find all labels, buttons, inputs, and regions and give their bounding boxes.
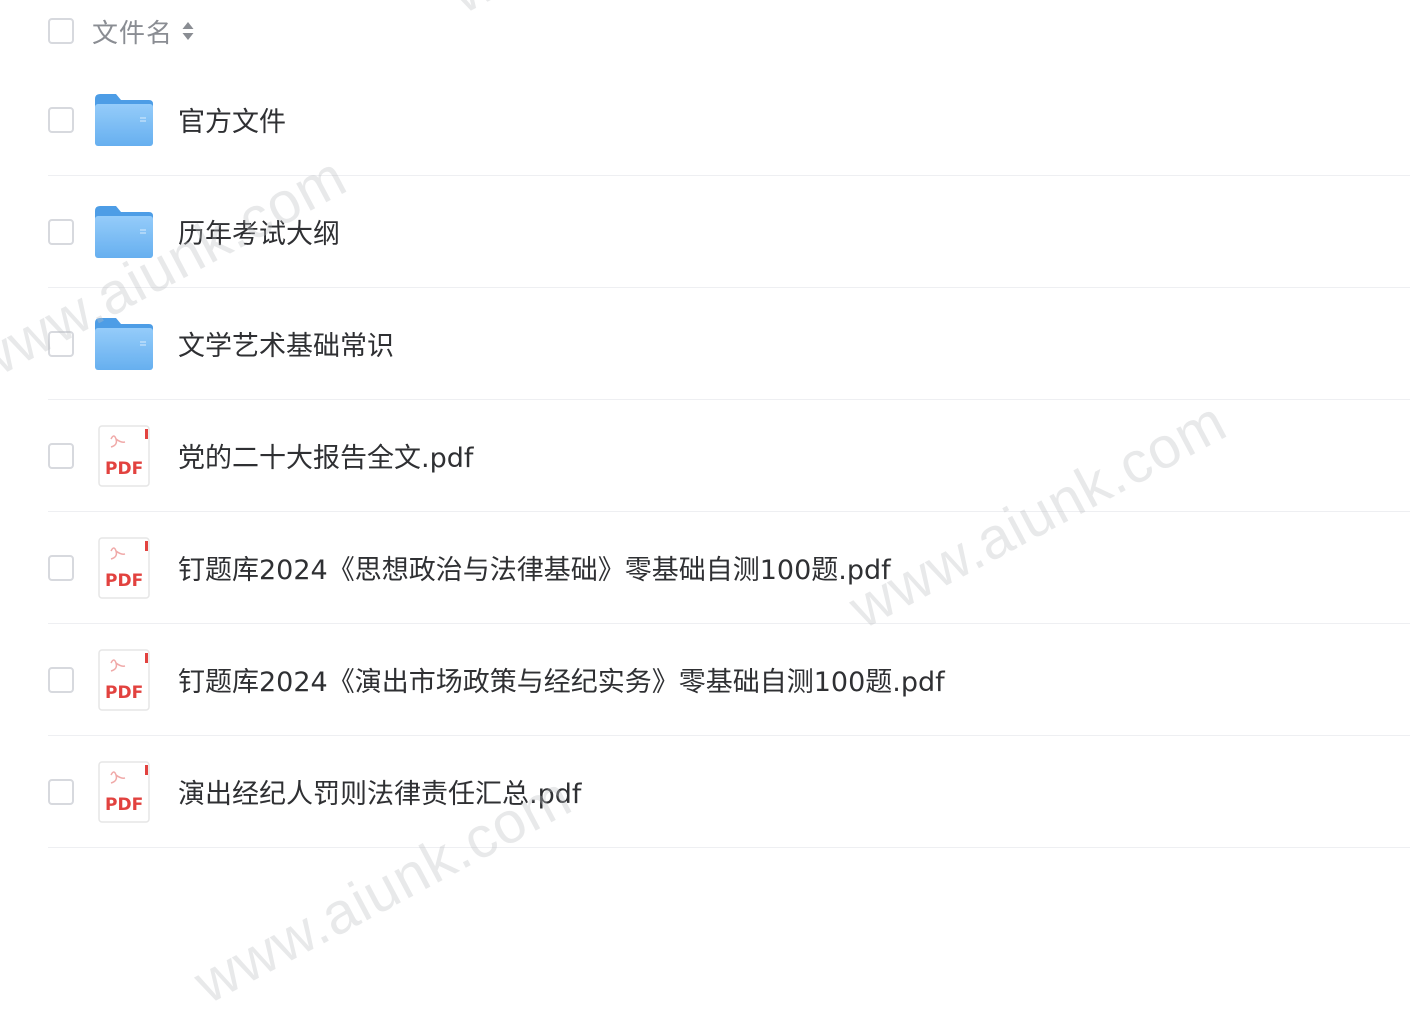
row-checkbox[interactable] [48, 218, 74, 245]
file-list: 文件名 官方文件 历年考试大纲 文学艺术基础常识 PDF 党的二十大报告全文.p… [48, 0, 1410, 848]
file-row[interactable]: 官方文件 [48, 64, 1410, 176]
file-name[interactable]: 钉题库2024《思想政治与法律基础》零基础自测100题.pdf [178, 548, 891, 587]
file-name[interactable]: 演出经纪人罚则法律责任汇总.pdf [178, 772, 581, 811]
row-checkbox[interactable] [48, 330, 74, 357]
folder-icon[interactable] [94, 316, 154, 372]
select-all-checkbox[interactable] [48, 18, 74, 44]
list-header: 文件名 [48, 0, 1410, 62]
file-row[interactable]: 历年考试大纲 [48, 176, 1410, 288]
pdf-icon[interactable]: PDF [94, 536, 154, 599]
file-name[interactable]: 文学艺术基础常识 [178, 324, 394, 363]
file-name[interactable]: 钉题库2024《演出市场政策与经纪实务》零基础自测100题.pdf [178, 660, 945, 699]
file-row[interactable]: 文学艺术基础常识 [48, 288, 1410, 400]
row-checkbox[interactable] [48, 554, 74, 581]
pdf-icon[interactable]: PDF [94, 424, 154, 487]
pdf-icon[interactable]: PDF [94, 760, 154, 823]
sort-updown-icon[interactable] [181, 20, 195, 42]
svg-text:PDF: PDF [105, 795, 143, 815]
file-row[interactable]: PDF 党的二十大报告全文.pdf [48, 400, 1410, 512]
svg-text:PDF: PDF [105, 571, 143, 591]
row-checkbox[interactable] [48, 778, 74, 805]
file-rows: 官方文件 历年考试大纲 文学艺术基础常识 PDF 党的二十大报告全文.pdf P… [48, 64, 1410, 848]
file-row[interactable]: PDF 钉题库2024《思想政治与法律基础》零基础自测100题.pdf [48, 512, 1410, 624]
file-name[interactable]: 历年考试大纲 [178, 212, 340, 251]
file-name[interactable]: 官方文件 [178, 100, 286, 139]
column-header-filename[interactable]: 文件名 [92, 13, 173, 50]
folder-icon[interactable] [94, 204, 154, 260]
svg-text:PDF: PDF [105, 459, 143, 479]
file-name[interactable]: 党的二十大报告全文.pdf [178, 436, 473, 475]
pdf-icon[interactable]: PDF [94, 648, 154, 711]
row-checkbox[interactable] [48, 666, 74, 693]
row-checkbox[interactable] [48, 442, 74, 469]
file-row[interactable]: PDF 演出经纪人罚则法律责任汇总.pdf [48, 736, 1410, 848]
folder-icon[interactable] [94, 92, 154, 148]
row-checkbox[interactable] [48, 106, 74, 133]
svg-text:PDF: PDF [105, 683, 143, 703]
file-row[interactable]: PDF 钉题库2024《演出市场政策与经纪实务》零基础自测100题.pdf [48, 624, 1410, 736]
